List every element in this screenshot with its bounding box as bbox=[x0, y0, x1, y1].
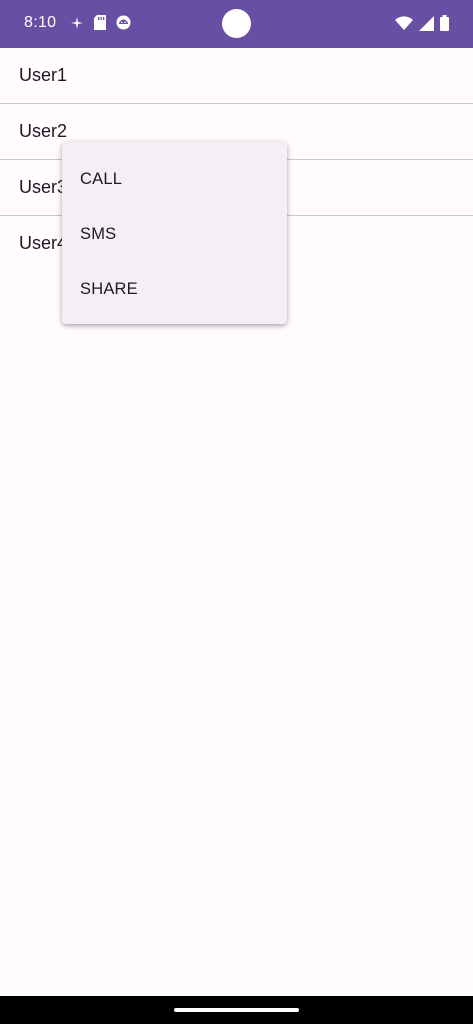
status-icons-left bbox=[70, 15, 131, 35]
android-icon bbox=[116, 15, 131, 35]
list-item[interactable]: User1 bbox=[0, 48, 473, 104]
home-gesture-handle[interactable] bbox=[174, 1008, 299, 1012]
status-bar: 8:10 bbox=[0, 0, 473, 48]
menu-item-sms[interactable]: SMS bbox=[62, 207, 287, 262]
signal-icon bbox=[419, 15, 434, 36]
status-icons-right bbox=[395, 15, 449, 36]
menu-item-share[interactable]: SHARE bbox=[62, 262, 287, 317]
navigation-bar bbox=[0, 996, 473, 1024]
sd-card-icon bbox=[94, 15, 106, 35]
status-time: 8:10 bbox=[24, 14, 57, 31]
wifi-icon bbox=[395, 16, 413, 35]
battery-icon bbox=[440, 15, 449, 36]
menu-item-call[interactable]: CALL bbox=[62, 152, 287, 207]
context-menu: CALL SMS SHARE bbox=[62, 142, 287, 324]
fan-icon bbox=[70, 16, 84, 35]
camera-cutout bbox=[222, 9, 251, 38]
